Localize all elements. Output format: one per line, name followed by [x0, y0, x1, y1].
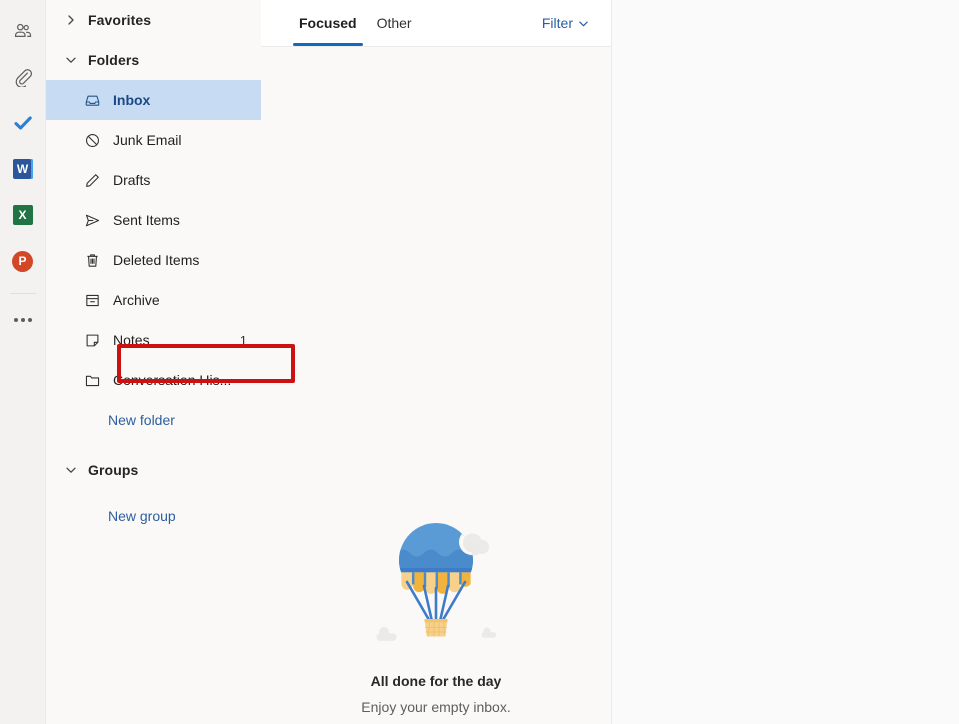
send-icon: [83, 211, 101, 229]
section-favorites[interactable]: Favorites: [46, 0, 261, 40]
section-favorites-label: Favorites: [88, 12, 151, 28]
folder-item-drafts[interactable]: Drafts: [46, 160, 261, 200]
section-folders-label: Folders: [88, 52, 139, 68]
inbox-icon: [83, 91, 101, 109]
app-rail: W X P: [0, 0, 46, 724]
new-group-label: New group: [108, 508, 176, 524]
message-list-tabbar: Focused Other Filter: [261, 0, 611, 46]
attachment-icon[interactable]: [4, 58, 42, 96]
powerpoint-tile-glyph: P: [12, 251, 33, 272]
chevron-right-icon: [62, 11, 80, 29]
folder-item-conversation-history[interactable]: Conversation His...: [46, 360, 261, 400]
folder-pane: Favorites Folders Inbox: [46, 0, 261, 724]
message-list-pane: Focused Other Filter: [261, 0, 612, 724]
hot-air-balloon-illustration: [366, 515, 506, 665]
reading-pane: [612, 0, 959, 724]
empty-state-subtitle: Enjoy your empty inbox.: [361, 699, 510, 715]
tab-other-label: Other: [377, 15, 412, 31]
more-apps-icon[interactable]: [4, 301, 42, 339]
rail-divider: [10, 293, 36, 294]
folder-item-label: Archive: [113, 292, 239, 308]
folder-item-notes[interactable]: Notes 1: [46, 320, 261, 360]
chevron-down-icon: [62, 51, 80, 69]
excel-tile-glyph: X: [13, 205, 33, 225]
people-icon[interactable]: [4, 12, 42, 50]
note-icon: [83, 331, 101, 349]
folder-item-label: Sent Items: [113, 212, 239, 228]
chevron-down-icon: [62, 461, 80, 479]
word-tile-glyph: W: [13, 159, 33, 179]
new-folder-link[interactable]: New folder: [46, 400, 261, 440]
folder-item-junk-email[interactable]: Junk Email: [46, 120, 261, 160]
trash-icon: [83, 251, 101, 269]
folder-item-inbox[interactable]: Inbox: [46, 80, 261, 120]
section-groups-label: Groups: [88, 462, 138, 478]
folder-item-label: Deleted Items: [113, 252, 239, 268]
folder-icon: [83, 371, 101, 389]
pencil-icon: [83, 171, 101, 189]
powerpoint-icon[interactable]: P: [4, 242, 42, 280]
folder-item-archive[interactable]: Archive: [46, 280, 261, 320]
folder-item-label: Inbox: [113, 92, 239, 108]
tab-focused-label: Focused: [299, 15, 357, 31]
archive-icon: [83, 291, 101, 309]
folder-item-label: Notes: [113, 332, 232, 348]
folder-item-sent-items[interactable]: Sent Items: [46, 200, 261, 240]
empty-state-title: All done for the day: [371, 673, 502, 689]
section-folders[interactable]: Folders: [46, 40, 261, 80]
folder-item-label: Conversation His...: [113, 372, 239, 388]
tab-focused[interactable]: Focused: [289, 0, 367, 46]
folder-item-deleted-items[interactable]: Deleted Items: [46, 240, 261, 280]
outlook-window: W X P Favorites Folders: [0, 0, 959, 724]
section-groups[interactable]: Groups: [46, 450, 261, 490]
folder-item-label: Junk Email: [113, 132, 239, 148]
excel-icon[interactable]: X: [4, 196, 42, 234]
new-group-link[interactable]: New group: [46, 496, 261, 536]
tab-other[interactable]: Other: [367, 0, 422, 46]
folder-item-count: 1: [232, 333, 247, 348]
filter-button[interactable]: Filter: [542, 0, 595, 46]
ellipsis-glyph: [14, 318, 32, 322]
folder-item-label: Drafts: [113, 172, 239, 188]
empty-inbox-state: All done for the day Enjoy your empty in…: [261, 515, 611, 715]
block-icon: [83, 131, 101, 149]
word-icon[interactable]: W: [4, 150, 42, 188]
message-list-body: All done for the day Enjoy your empty in…: [261, 46, 611, 724]
filter-button-label: Filter: [542, 15, 573, 31]
chevron-down-icon: [578, 18, 589, 29]
check-icon[interactable]: [4, 104, 42, 142]
new-folder-label: New folder: [108, 412, 175, 428]
